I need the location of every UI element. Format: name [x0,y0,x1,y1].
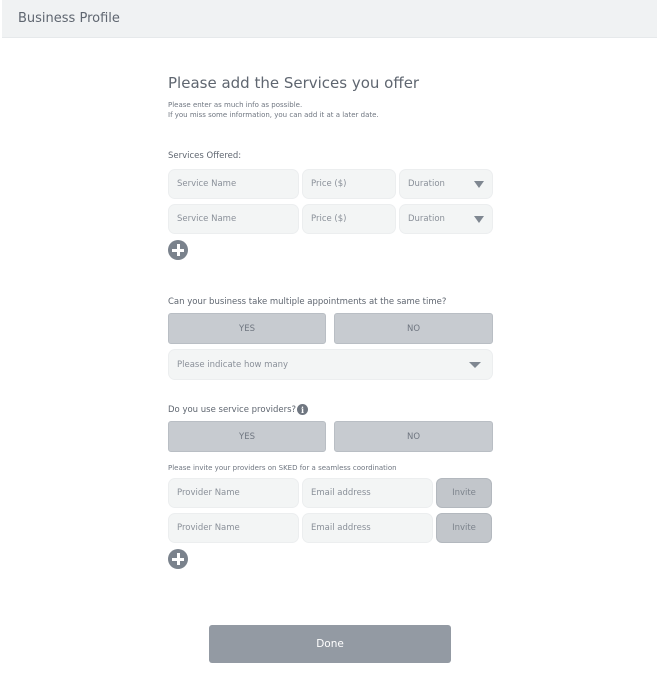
service-duration-select[interactable]: Duration [399,204,493,234]
caret-down-icon [474,216,484,223]
caret-down-icon [474,181,484,188]
service-price-placeholder: Price ($) [311,214,347,224]
providers-note: Please invite your providers on SKED for… [168,464,397,472]
service-providers-question: Do you use service providers? [168,405,297,415]
intro-text-line-1: Please enter as much info as possible. [168,101,303,109]
service-price-placeholder: Price ($) [311,179,347,189]
provider-email-placeholder: Email address [311,523,371,533]
invite-button[interactable]: Invite [436,478,492,508]
providers-yes-button[interactable]: YES [168,421,326,452]
service-name-input[interactable]: Service Name [168,204,299,234]
service-price-input[interactable]: Price ($) [302,169,396,199]
done-button[interactable]: Done [209,625,451,663]
service-duration-placeholder: Duration [408,179,445,189]
how-many-select[interactable]: Please indicate how many [168,349,493,380]
info-circle-icon[interactable]: i [297,404,308,415]
provider-email-placeholder: Email address [311,488,371,498]
service-price-input[interactable]: Price ($) [302,204,396,234]
provider-email-input[interactable]: Email address [302,478,433,508]
caret-down-icon [469,362,481,368]
service-duration-placeholder: Duration [408,214,445,224]
service-name-placeholder: Service Name [177,179,237,189]
multiple-no-button[interactable]: NO [334,313,493,344]
add-provider-plus-icon[interactable] [168,549,188,569]
provider-name-placeholder: Provider Name [177,523,240,533]
add-service-plus-icon[interactable] [168,240,188,260]
service-name-input[interactable]: Service Name [168,169,299,199]
multiple-appointments-question: Can your business take multiple appointm… [168,297,447,307]
page-title: Business Profile [18,11,120,26]
services-label: Services Offered: [168,151,242,161]
provider-name-input[interactable]: Provider Name [168,513,299,543]
top-bar: Business Profile [2,0,657,38]
section-heading: Please add the Services you offer [168,74,420,92]
provider-name-placeholder: Provider Name [177,488,240,498]
service-name-placeholder: Service Name [177,214,237,224]
provider-name-input[interactable]: Provider Name [168,478,299,508]
provider-email-input[interactable]: Email address [302,513,433,543]
service-duration-select[interactable]: Duration [399,169,493,199]
providers-no-button[interactable]: NO [334,421,493,452]
multiple-yes-button[interactable]: YES [168,313,326,344]
invite-button[interactable]: Invite [436,513,492,543]
how-many-placeholder: Please indicate how many [177,359,289,370]
intro-text-line-2: If you miss some information, you can ad… [168,111,379,119]
